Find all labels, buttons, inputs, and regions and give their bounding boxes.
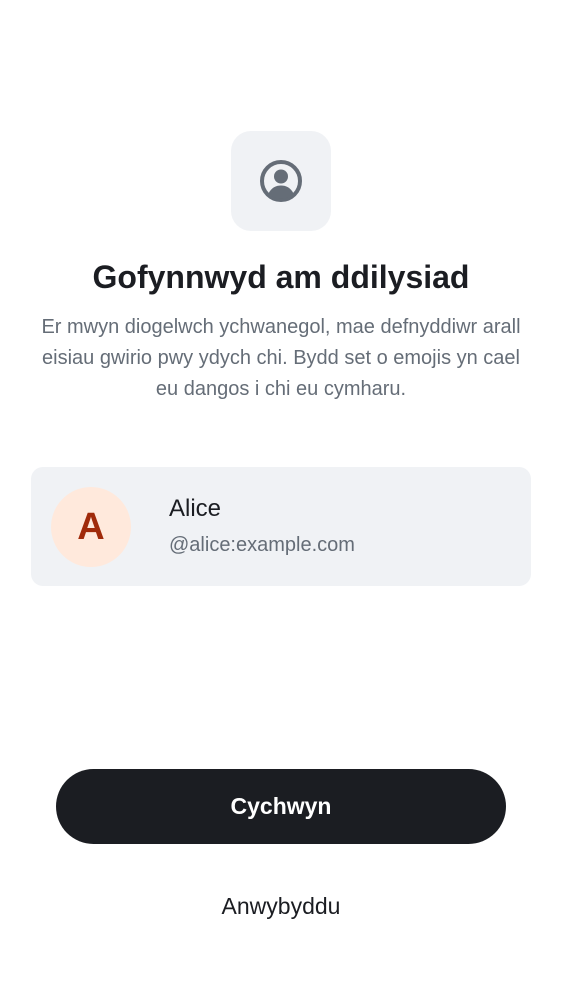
- user-display-name: Alice: [169, 495, 222, 522]
- ignore-button[interactable]: Anwybyddu: [181, 882, 381, 930]
- user-id: @alice:example.com: [169, 534, 355, 556]
- page-description: Er mwyn diogelwch ychwanegol, mae defnyd…: [41, 316, 521, 400]
- avatar: A: [51, 487, 131, 567]
- start-button[interactable]: Cychwyn: [56, 769, 506, 844]
- user-profile-icon: [259, 159, 303, 203]
- page-title: Gofynnwyd am ddilysiad: [92, 259, 470, 295]
- header-icon-container: [231, 131, 331, 231]
- user-card: A Alice @alice:example.com: [31, 467, 531, 586]
